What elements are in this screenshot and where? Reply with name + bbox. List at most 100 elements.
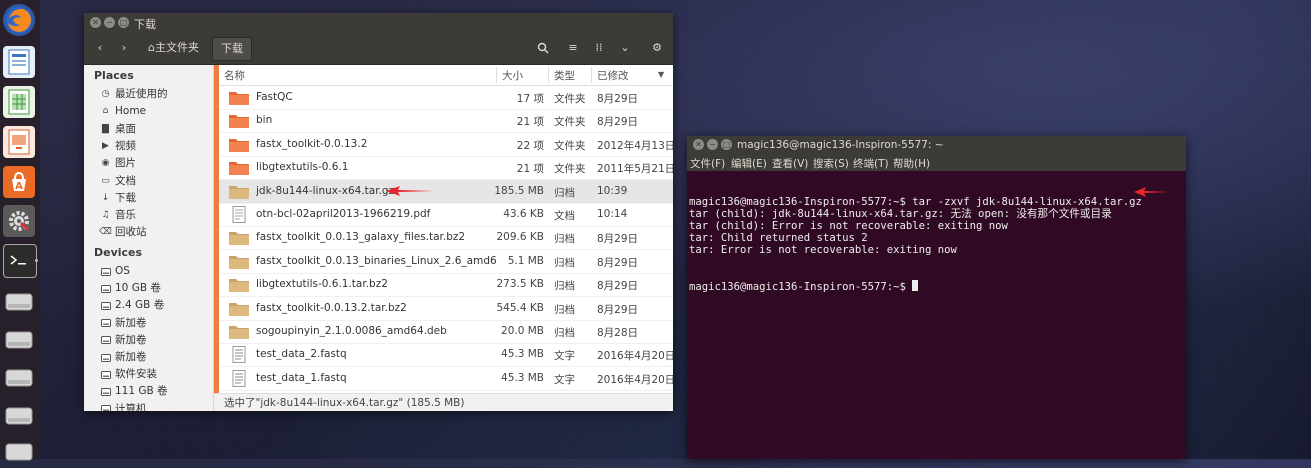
back-icon[interactable]: ‹: [90, 37, 110, 59]
impress-icon[interactable]: [3, 126, 35, 158]
sidebar-item[interactable]: ⌫ 回收站: [99, 224, 146, 241]
breadcrumb-home[interactable]: ⌂主文件夹: [140, 37, 207, 59]
sidebar-device[interactable]: 111 GB 卷: [100, 383, 168, 400]
menu-item[interactable]: 编辑(E): [731, 156, 767, 171]
column-modified[interactable]: 已修改: [597, 68, 629, 83]
home-icon: ⌂: [148, 41, 155, 54]
file-modified: 10:39: [597, 184, 628, 197]
file-icon: [228, 206, 250, 223]
launcher: A: [0, 0, 40, 461]
terminal-output[interactable]: magic136@magic136-Inspiron-5577:~$ tar -…: [689, 172, 1184, 316]
drive-icon: [100, 266, 111, 277]
file-row[interactable]: jdk-8u144-linux-x64.tar.gz 185.5 MB 归档 10:3…: [214, 179, 673, 204]
drive-icon[interactable]: [3, 324, 35, 356]
calc-icon[interactable]: [3, 86, 35, 118]
column-name[interactable]: 名称: [224, 68, 245, 83]
drive-icon[interactable]: [3, 400, 35, 432]
sidebar-device[interactable]: 2.4 GB 卷: [100, 297, 164, 314]
file-row[interactable]: fastx_toolkit-0.0.13.2 22 项文件夹 2012年4月13日: [214, 133, 673, 157]
file-name: libgtextutils-0.6.1.tar.bz2: [256, 278, 388, 291]
file-type: 归档: [554, 303, 575, 316]
sidebar-item[interactable]: ↓ 下载: [100, 190, 136, 207]
toolbar: ‹ › ⌂主文件夹 下载 ≡ ⁞⁞ ⌄ ⚙: [84, 33, 673, 65]
grid-view-icon[interactable]: ⁞⁞: [588, 37, 610, 59]
column-size[interactable]: 大小: [502, 68, 523, 83]
sidebar-device[interactable]: 软件安装: [100, 366, 157, 383]
menu-item[interactable]: 搜索(S): [813, 156, 849, 171]
terminal-icon[interactable]: [3, 244, 37, 278]
writer-icon[interactable]: [3, 46, 35, 78]
software-center-icon[interactable]: A: [3, 166, 35, 198]
trash-icon: ⌫: [99, 227, 112, 238]
drive-icon[interactable]: [3, 362, 35, 394]
terminal-cursor: [912, 280, 919, 291]
chevron-down-icon[interactable]: ⌄: [614, 37, 636, 59]
drive-icon[interactable]: [3, 286, 35, 318]
file-row[interactable]: libgtextutils-0.6.1.tar.bz2 273.5 KB 归档 8月2…: [214, 273, 673, 298]
sidebar-device[interactable]: OS: [100, 263, 130, 280]
file-size: 545.4 KB: [496, 301, 545, 314]
sidebar-item[interactable]: ◷ 最近使用的: [100, 86, 168, 103]
sidebar-device-label: 111 GB 卷: [115, 385, 168, 398]
file-type: 归档: [554, 186, 575, 199]
maximize-icon[interactable]: □: [118, 17, 129, 28]
file-size: 20.0 MB: [501, 325, 544, 337]
desktop-icon: ▇: [102, 123, 109, 134]
sidebar-item[interactable]: ♫ 音乐: [100, 207, 136, 224]
menu-item[interactable]: 帮助(H): [893, 156, 930, 171]
sidebar-device[interactable]: 新加卷: [100, 315, 147, 332]
file-type: 文件夹: [554, 93, 586, 105]
sidebar-item[interactable]: ▭ 文档: [100, 173, 136, 190]
firefox-icon[interactable]: [3, 4, 35, 36]
settings-icon[interactable]: [3, 205, 35, 237]
breadcrumb-current[interactable]: 下载: [212, 37, 252, 61]
file-row[interactable]: test_data_1.fastq 45.3 MB 文字 2016年4月20日: [214, 367, 673, 391]
file-row[interactable]: fastx_toolkit-0.0.13.2.tar.bz2 545.4 KB 归档…: [214, 297, 673, 321]
column-header: 名称 大小 类型 已修改 ▼: [214, 65, 673, 86]
menu-item[interactable]: 终端(T): [853, 156, 889, 171]
file-row[interactable]: FastQC 17 项文件夹 8月29日: [214, 86, 673, 110]
file-manager-window: ✕ − □ 下载 ‹ › ⌂主文件夹 下载 ≡ ⁞⁞ ⌄ ⚙ Places ◷ 最…: [84, 13, 673, 411]
folder-icon: [228, 159, 250, 176]
sidebar-item[interactable]: ⌂ Home: [100, 103, 146, 120]
search-icon[interactable]: [532, 37, 554, 59]
file-type: 归档: [554, 256, 575, 269]
drive-icon: [100, 369, 111, 380]
file-row[interactable]: fastx_toolkit_0.0.13_galaxy_files.tar.bz…: [214, 226, 673, 251]
menu-item[interactable]: 文件(F): [690, 156, 725, 171]
file-name: test_data_2.fastq: [256, 348, 347, 361]
sidebar-device[interactable]: 新加卷: [100, 332, 147, 349]
file-icon: [228, 346, 250, 364]
close-icon[interactable]: ✕: [90, 17, 101, 28]
file-name: fastx_toolkit-0.0.13.2: [256, 137, 368, 150]
scroll-indicator[interactable]: [214, 65, 219, 393]
file-row[interactable]: libgtextutils-0.6.1 21 项文件夹 2011年5月21日: [214, 156, 673, 181]
places-heading: Places: [94, 69, 134, 82]
minimize-icon[interactable]: −: [104, 17, 115, 28]
sidebar-item[interactable]: ◉ 图片: [100, 155, 136, 172]
file-icon: [228, 369, 250, 387]
file-row[interactable]: otn-bcl-02april2013-1966219.pdf 43.6 KB 文档…: [214, 203, 673, 227]
sidebar-item[interactable]: ▶ 视频: [100, 138, 136, 155]
sidebar-device[interactable]: 计算机: [100, 401, 147, 411]
file-modified: 10:14: [597, 208, 628, 220]
terminal-window: ✕ − □ magic136@magic136-Inspiron-5577: ~…: [687, 136, 1186, 459]
column-type[interactable]: 类型: [554, 68, 575, 83]
maximize-icon[interactable]: □: [721, 139, 732, 150]
clock-icon: ◷: [101, 89, 110, 99]
close-icon[interactable]: ✕: [693, 139, 704, 150]
drive-icon[interactable]: [3, 436, 35, 468]
file-row[interactable]: test_data_2.fastq 45.3 MB 文字 2016年4月20日: [214, 343, 673, 368]
list-view-icon[interactable]: ≡: [562, 37, 584, 59]
sidebar-item[interactable]: ▇ 桌面: [100, 121, 136, 138]
gear-icon[interactable]: ⚙: [646, 37, 668, 59]
menu-item[interactable]: 查看(V): [772, 156, 808, 171]
sidebar-device-label: 新加卷: [115, 316, 147, 329]
forward-icon[interactable]: ›: [114, 37, 134, 59]
file-row[interactable]: sogoupinyin_2.1.0.0086_amd64.deb 20.0 MB 归…: [214, 320, 673, 344]
file-row[interactable]: fastx_toolkit_0.0.13_binaries_Linux_2.6_…: [214, 250, 673, 274]
sidebar-device[interactable]: 新加卷: [100, 349, 147, 366]
minimize-icon[interactable]: −: [707, 139, 718, 150]
sidebar-device[interactable]: 10 GB 卷: [100, 280, 161, 297]
file-row[interactable]: bin 21 项文件夹 8月29日: [214, 109, 673, 134]
